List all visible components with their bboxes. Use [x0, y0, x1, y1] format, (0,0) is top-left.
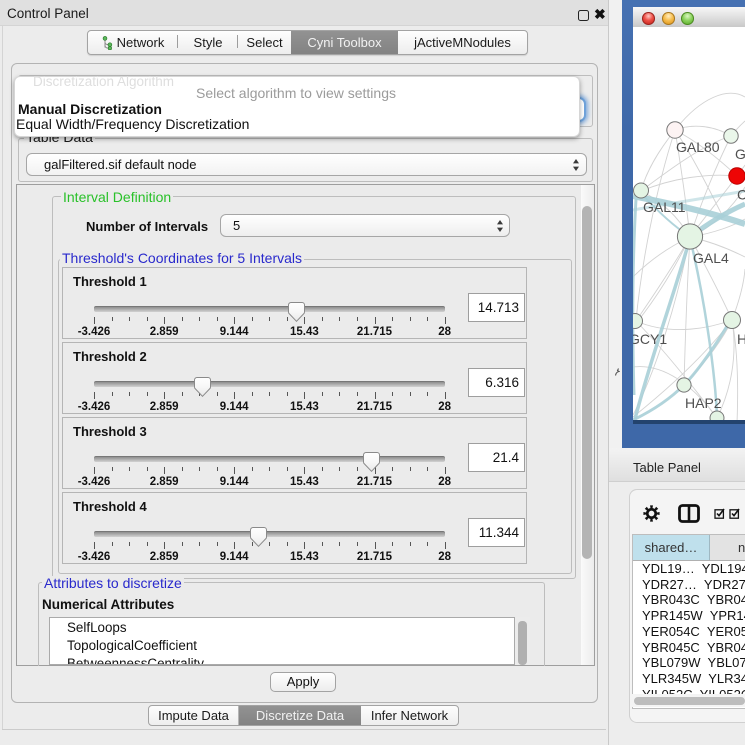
svg-text:GA: GA [735, 146, 745, 162]
svg-text:GAL4: GAL4 [693, 250, 729, 266]
svg-text:H: H [737, 331, 745, 347]
svg-text:GCY1: GCY1 [633, 331, 667, 347]
svg-text:C: C [737, 187, 745, 203]
svg-text:HAP2: HAP2 [685, 395, 722, 411]
svg-text:GAL11: GAL11 [643, 199, 686, 215]
svg-text:GAL80: GAL80 [676, 139, 720, 155]
